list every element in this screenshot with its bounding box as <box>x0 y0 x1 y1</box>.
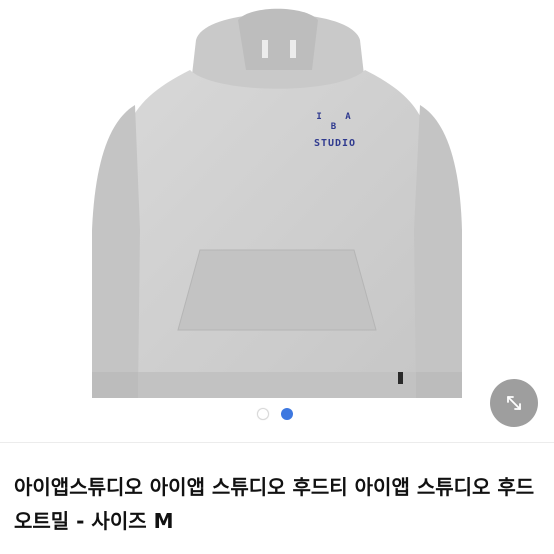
gallery-pagination <box>257 408 293 420</box>
chest-print-top: I A B <box>316 112 360 132</box>
chest-print-bottom: STUDIO <box>313 138 357 149</box>
chest-print-logo: I A B STUDIO <box>300 112 370 149</box>
expand-diagonal-icon <box>507 396 521 410</box>
section-divider <box>0 442 554 443</box>
pagination-dot-2-active[interactable] <box>281 408 293 420</box>
product-image-gallery[interactable]: I A B STUDIO <box>0 0 554 442</box>
expand-image-button[interactable] <box>490 379 538 427</box>
product-page: I A B STUDIO 아이앱스튜디오 아이앱 스튜디오 후드티 아이앱 스튜… <box>0 0 554 554</box>
product-image <box>92 8 462 398</box>
product-title: 아이앱스튜디오 아이앱 스튜디오 후드티 아이앱 스튜디오 후드 오트밀 - 사… <box>14 475 535 533</box>
pagination-dot-1[interactable] <box>257 408 269 420</box>
